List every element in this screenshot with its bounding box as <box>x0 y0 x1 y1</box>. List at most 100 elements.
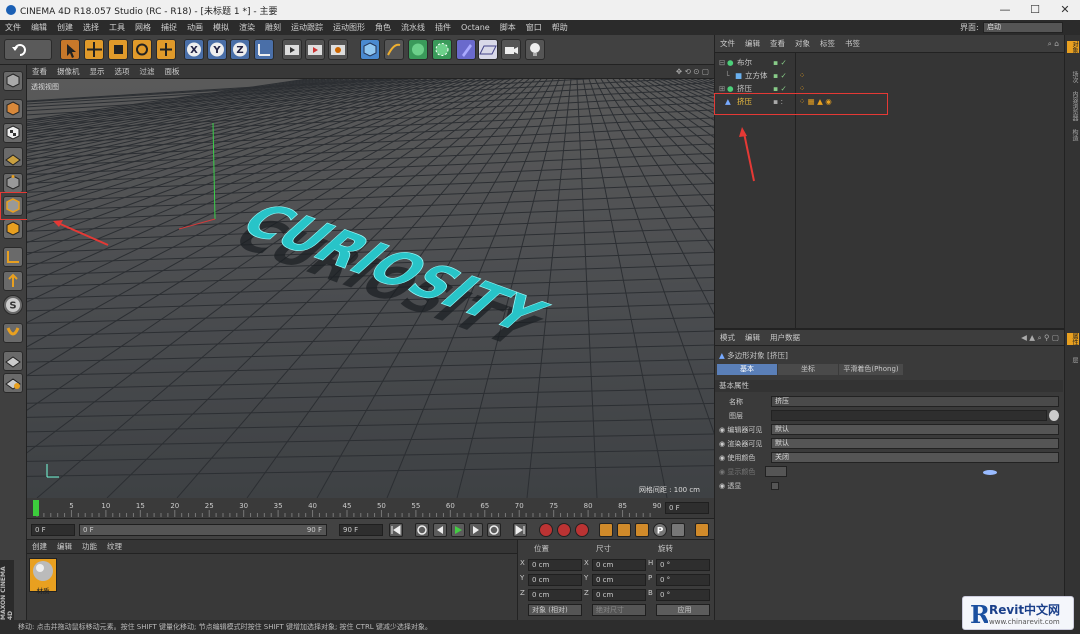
model-mode-button[interactable] <box>3 99 23 119</box>
menu-edit[interactable]: 编辑 <box>26 22 52 33</box>
om-menu-tags[interactable]: 标签 <box>815 38 840 49</box>
menu-mesh[interactable]: 网格 <box>130 22 156 33</box>
soft-selection-button[interactable] <box>3 323 23 343</box>
om-menu-edit[interactable]: 编辑 <box>740 38 765 49</box>
name-field[interactable]: 挤压 <box>771 396 1059 407</box>
recent-tool-button[interactable] <box>156 39 176 60</box>
material-menu-create[interactable]: 创建 <box>27 541 52 552</box>
object-row-boole[interactable]: ⊟ ● 布尔 ▪ ✓ <box>715 56 1065 69</box>
viewport-nav-icons[interactable]: ✥ ⟲ ⊙ ▢ <box>671 67 714 76</box>
render-settings-button[interactable] <box>328 39 348 60</box>
layer-picker-icon[interactable] <box>1049 410 1059 421</box>
floor-button[interactable] <box>478 39 498 60</box>
scale-tool-button[interactable] <box>108 39 128 60</box>
cube-primitive-button[interactable] <box>360 39 380 60</box>
visibility-check-icon[interactable]: ▪ ✓ <box>773 69 787 82</box>
keyframe-selection-button[interactable] <box>575 523 589 537</box>
viewport-menu-filter[interactable]: 过滤 <box>135 66 160 77</box>
pos-z-field[interactable]: 0 cm <box>528 589 582 601</box>
record-rotation-button[interactable] <box>635 523 649 537</box>
am-nav-icons[interactable]: ◀ ▲ ⌕ ⚲ ▢ <box>1016 333 1064 343</box>
menu-render[interactable]: 渲染 <box>234 22 260 33</box>
object-row-cube[interactable]: └ ■ 立方体 ▪ ✓ ⁘ <box>715 69 1065 82</box>
viewport-menu-panel[interactable]: 面板 <box>160 66 185 77</box>
end-frame-field[interactable]: 90 F <box>339 524 383 536</box>
rot-h-field[interactable]: 0 ° <box>656 559 710 571</box>
record-active-objects-button[interactable] <box>539 523 553 537</box>
size-mode-select[interactable]: 绝对尺寸 <box>592 604 646 616</box>
menu-file[interactable]: 文件 <box>0 22 26 33</box>
om-menu-file[interactable]: 文件 <box>715 38 740 49</box>
y-axis-lock-button[interactable]: Y <box>207 39 227 60</box>
menu-snap[interactable]: 捕捉 <box>156 22 182 33</box>
material-swatch[interactable]: 材质 <box>29 558 57 595</box>
coordinate-system-button[interactable] <box>254 39 274 60</box>
autokeying-button[interactable] <box>557 523 571 537</box>
xray-checkbox[interactable] <box>771 482 779 490</box>
pen-spline-button[interactable] <box>384 39 404 60</box>
layer-field[interactable] <box>771 410 1047 421</box>
tab-layers[interactable]: 层 <box>1067 357 1079 363</box>
om-search-icon[interactable]: ⌕ ⌂ <box>1043 39 1064 49</box>
workplane-mode-button[interactable] <box>3 147 23 167</box>
menu-help[interactable]: 帮助 <box>547 22 573 33</box>
deformer-button[interactable] <box>456 39 476 60</box>
pos-y-field[interactable]: 0 cm <box>528 574 582 586</box>
tab-structure[interactable]: 构造 <box>1067 129 1079 141</box>
start-frame-field[interactable]: 0 F <box>31 524 75 536</box>
z-axis-lock-button[interactable]: Z <box>230 39 250 60</box>
om-menu-bookmarks[interactable]: 书签 <box>840 38 865 49</box>
viewport-menu-cameras[interactable]: 摄像机 <box>52 66 85 77</box>
array-button[interactable] <box>432 39 452 60</box>
previous-frame-button[interactable] <box>433 523 447 537</box>
x-axis-lock-button[interactable]: X <box>184 39 204 60</box>
apply-button[interactable]: 应用 <box>656 604 710 616</box>
menu-octane[interactable]: Octane <box>456 23 495 32</box>
tab-takes[interactable]: 场次 <box>1067 71 1079 83</box>
menu-window[interactable]: 窗口 <box>521 22 547 33</box>
camera-button[interactable] <box>501 39 521 60</box>
am-menu-edit[interactable]: 编辑 <box>740 332 765 343</box>
om-menu-objects[interactable]: 对象 <box>790 38 815 49</box>
size-y-field[interactable]: 0 cm <box>592 574 646 586</box>
go-to-start-button[interactable] <box>389 523 403 537</box>
layout-select[interactable]: 启动 <box>983 22 1063 33</box>
subdivision-surface-button[interactable] <box>408 39 428 60</box>
record-position-button[interactable] <box>599 523 613 537</box>
material-menu-texture[interactable]: 纹理 <box>102 541 127 552</box>
tweak-mode-button[interactable] <box>3 271 23 291</box>
record-scale-button[interactable] <box>617 523 631 537</box>
am-menu-user-data[interactable]: 用户数据 <box>765 332 805 343</box>
menu-character[interactable]: 角色 <box>370 22 396 33</box>
record-parameter-button[interactable]: P <box>653 523 667 537</box>
pos-x-field[interactable]: 0 cm <box>528 559 582 571</box>
tab-content-browser[interactable]: 内容浏览器 <box>1067 91 1079 121</box>
snap-button[interactable]: S <box>3 295 23 315</box>
tab-phong[interactable]: 平滑着色(Phong) <box>839 364 903 375</box>
go-to-end-button[interactable] <box>513 523 527 537</box>
move-tool-button[interactable] <box>84 39 104 60</box>
frame-range-slider[interactable]: 0 F 90 F <box>79 524 327 536</box>
play-button[interactable] <box>451 523 465 537</box>
tab-attributes[interactable]: 属性 <box>1067 333 1079 345</box>
om-menu-view[interactable]: 查看 <box>765 38 790 49</box>
material-menu-function[interactable]: 功能 <box>77 541 102 552</box>
tab-coordinates[interactable]: 坐标 <box>778 364 838 375</box>
undo-button[interactable] <box>4 39 52 60</box>
color-picker-icon[interactable] <box>983 470 997 475</box>
viewport-menu-options[interactable]: 选项 <box>110 66 135 77</box>
light-button[interactable] <box>525 39 545 60</box>
perspective-viewport[interactable]: CURIOSITY CURIOSITY 透视视图 网格间距 : 100 cm <box>27 79 714 498</box>
render-visible-select[interactable]: 默认 <box>771 438 1059 449</box>
size-x-field[interactable]: 0 cm <box>592 559 646 571</box>
rot-p-field[interactable]: 0 ° <box>656 574 710 586</box>
menu-simulate[interactable]: 模拟 <box>208 22 234 33</box>
menu-animate[interactable]: 动画 <box>182 22 208 33</box>
menu-mograph[interactable]: 运动图形 <box>328 22 370 33</box>
visibility-check-icon[interactable]: ▪ ✓ <box>773 56 787 69</box>
menu-motion-tracking[interactable]: 运动跟踪 <box>286 22 328 33</box>
viewport-scene[interactable]: CURIOSITY CURIOSITY <box>27 79 714 498</box>
next-frame-button[interactable] <box>469 523 483 537</box>
material-menu-edit[interactable]: 编辑 <box>52 541 77 552</box>
close-button[interactable]: ✕ <box>1050 0 1080 20</box>
